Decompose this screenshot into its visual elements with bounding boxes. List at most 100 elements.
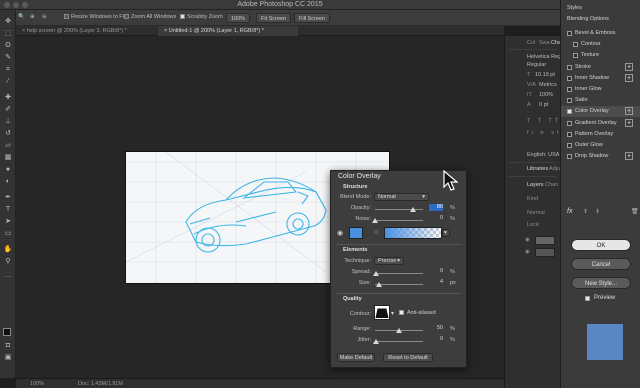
- reset-to-default-button[interactable]: Reset to Default: [383, 353, 433, 362]
- kerning-field[interactable]: Metrics: [539, 82, 557, 88]
- style-item-inner-glow[interactable]: Inner Glow: [561, 84, 640, 95]
- range-input[interactable]: 50: [429, 325, 443, 332]
- layer-blend-mode[interactable]: Normal: [527, 210, 545, 216]
- spread-slider[interactable]: [375, 273, 423, 274]
- status-zoom[interactable]: 100%: [30, 381, 44, 387]
- blending-options-item[interactable]: Blending Options: [561, 14, 640, 25]
- font-style-field[interactable]: Regular: [527, 62, 546, 68]
- style-item-checkbox[interactable]: [567, 154, 572, 160]
- layer-visibility-icon[interactable]: ◉: [525, 249, 530, 255]
- brush-tool-icon[interactable]: ✐: [3, 106, 13, 114]
- pen-tool-icon[interactable]: ✒: [3, 194, 13, 202]
- range-slider-thumb[interactable]: [396, 328, 402, 333]
- more-tools-icon[interactable]: …: [3, 272, 13, 280]
- style-item-color-overlay[interactable]: Color Overlay +: [561, 106, 640, 118]
- lasso-tool-icon[interactable]: ʘ: [3, 42, 13, 50]
- text-style-buttons-icon[interactable]: T T TT: [527, 118, 561, 124]
- resize-windows-checkbox[interactable]: Resize Windows to Fit: [64, 14, 125, 20]
- layer-thumbnail[interactable]: [535, 248, 555, 257]
- style-item-checkbox[interactable]: [567, 75, 572, 81]
- style-item-gradient-overlay[interactable]: Gradient Overlay +: [561, 118, 640, 129]
- move-down-icon[interactable]: ⬇: [595, 208, 600, 215]
- cancel-button[interactable]: Cancel: [571, 258, 631, 270]
- hand-tool-icon[interactable]: ✋: [3, 246, 13, 254]
- language-select[interactable]: English: USA: [527, 152, 559, 158]
- ok-button[interactable]: OK: [571, 239, 631, 251]
- style-item-drop-shadow[interactable]: Drop Shadow +: [561, 151, 640, 162]
- panel-tab-color[interactable]: Col: [527, 40, 535, 46]
- move-tool-icon[interactable]: ✥: [3, 18, 13, 26]
- technique-select[interactable]: Precise ▾: [374, 257, 404, 265]
- panel-tab-layers[interactable]: Layers: [527, 182, 544, 188]
- styles-heading[interactable]: Styles: [561, 3, 640, 14]
- style-item-inner-shadow[interactable]: Inner Shadow +: [561, 73, 640, 84]
- gradient-tool-icon[interactable]: ▦: [3, 154, 13, 162]
- noise-input[interactable]: 0: [429, 215, 443, 222]
- scrubby-zoom-checkbox[interactable]: Scrubby Zoom: [180, 14, 223, 20]
- style-item-checkbox[interactable]: [567, 98, 572, 104]
- screen-mode-icon[interactable]: ▣: [3, 354, 13, 362]
- text-style-buttons-2-icon[interactable]: fi σ st: [527, 130, 561, 136]
- style-item-checkbox[interactable]: [567, 87, 572, 92]
- style-item-bevel-emboss[interactable]: Bevel & Emboss: [561, 28, 640, 39]
- style-item-checkbox[interactable]: [567, 64, 572, 70]
- style-item-checkbox[interactable]: [573, 42, 578, 48]
- style-item-checkbox[interactable]: [573, 53, 578, 59]
- foreground-color-swatch[interactable]: [3, 328, 11, 336]
- gradient-radio-icon[interactable]: ○: [374, 229, 378, 236]
- size-slider-thumb[interactable]: [376, 282, 382, 287]
- opacity-input[interactable]: 80: [429, 204, 443, 211]
- preview-checkbox[interactable]: [585, 296, 590, 301]
- crop-tool-icon[interactable]: ⌗: [3, 66, 13, 74]
- add-style-icon[interactable]: +: [625, 107, 633, 116]
- jitter-slider-thumb[interactable]: [373, 339, 379, 344]
- type-tool-icon[interactable]: T: [3, 206, 13, 214]
- opacity-slider-thumb[interactable]: [410, 207, 417, 212]
- noise-slider[interactable]: [375, 220, 423, 221]
- style-item-contour[interactable]: Contour: [561, 39, 640, 50]
- spread-slider-thumb[interactable]: [373, 271, 379, 276]
- fx-icon[interactable]: fx: [567, 208, 572, 215]
- style-item-outer-glow[interactable]: Outer Glow: [561, 140, 640, 151]
- zoom-tool-icon[interactable]: 🔍: [18, 14, 25, 20]
- healing-brush-tool-icon[interactable]: ✚: [3, 94, 13, 102]
- style-item-checkbox[interactable]: [567, 120, 572, 126]
- jitter-input[interactable]: 0: [429, 336, 443, 343]
- jitter-slider[interactable]: [375, 341, 423, 342]
- add-style-icon[interactable]: +: [625, 118, 633, 127]
- new-style-button[interactable]: New Style...: [571, 277, 631, 289]
- eraser-tool-icon[interactable]: ▱: [3, 142, 13, 150]
- trash-icon[interactable]: 🗑: [631, 208, 639, 215]
- font-size-field[interactable]: 10.19 pt: [535, 72, 555, 78]
- noise-slider-thumb[interactable]: [372, 218, 378, 223]
- blend-mode-select[interactable]: Normal ▾: [374, 193, 429, 201]
- blur-tool-icon[interactable]: ●: [3, 166, 13, 174]
- zoom-tool-icon[interactable]: ⚲: [3, 258, 13, 266]
- panel-tab-adjustments[interactable]: Adju: [549, 166, 560, 172]
- clone-stamp-tool-icon[interactable]: ⊥: [3, 118, 13, 126]
- color-radio-icon[interactable]: ◉: [337, 229, 343, 237]
- add-style-icon[interactable]: +: [625, 62, 633, 71]
- size-input[interactable]: 4: [429, 279, 443, 286]
- quick-mask-icon[interactable]: ◘: [3, 342, 13, 350]
- style-item-pattern-overlay[interactable]: Pattern Overlay: [561, 129, 640, 140]
- size-slider[interactable]: [375, 284, 423, 285]
- quick-select-tool-icon[interactable]: ✎: [3, 54, 13, 62]
- add-style-icon[interactable]: +: [625, 73, 633, 82]
- style-item-stroke[interactable]: Stroke +: [561, 62, 640, 73]
- panel-tab-channels[interactable]: Chan: [545, 182, 558, 188]
- marquee-tool-icon[interactable]: ⬚: [3, 30, 13, 38]
- fill-screen-button[interactable]: Fill Screen: [294, 13, 330, 23]
- zoom-all-windows-checkbox[interactable]: Zoom All Windows: [124, 14, 176, 20]
- chevron-down-icon[interactable]: ▾: [442, 229, 450, 237]
- font-family-field[interactable]: Helvetica Regu: [527, 54, 564, 60]
- zoom-in-icon[interactable]: ⊕: [30, 14, 35, 20]
- make-default-button[interactable]: Make Default: [337, 353, 375, 362]
- style-item-satin[interactable]: Satin: [561, 95, 640, 106]
- style-item-checkbox[interactable]: [567, 143, 572, 148]
- layer-thumbnail[interactable]: [535, 236, 555, 245]
- move-up-icon[interactable]: ⬆: [583, 208, 588, 215]
- panel-tab-libraries[interactable]: Libraries: [527, 166, 548, 172]
- contour-preview[interactable]: [374, 305, 390, 320]
- layer-visibility-icon[interactable]: ◉: [525, 237, 530, 243]
